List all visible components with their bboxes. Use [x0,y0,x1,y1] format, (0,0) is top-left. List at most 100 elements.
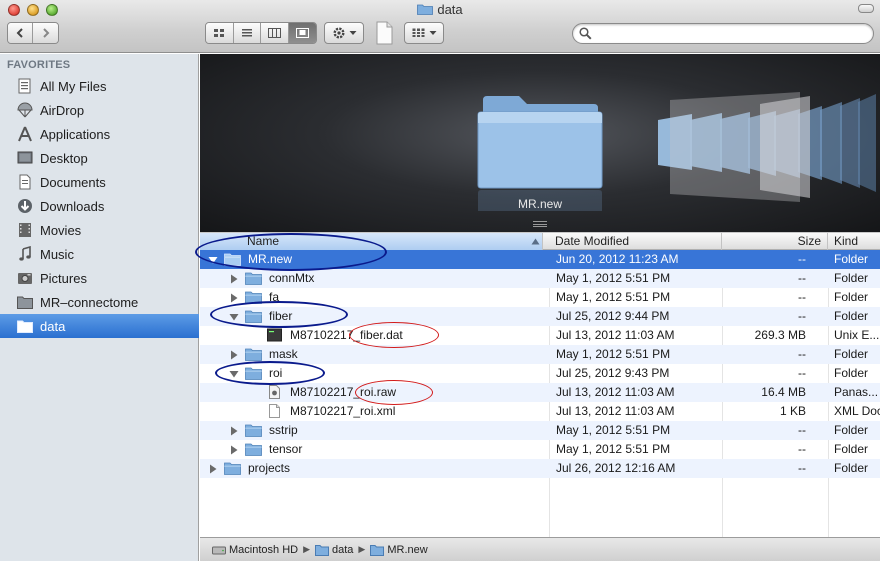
table-row[interactable]: M87102217_roi.raw Jul 13, 2012 11:03 AM 16… [200,383,880,402]
forward-button[interactable] [33,23,58,43]
table-row[interactable]: MR.new Jun 20, 2012 11:23 AM -- Folder [200,250,880,269]
column-header-name[interactable]: Name [200,233,543,250]
column-header-name-label: Name [247,234,280,248]
search-input[interactable] [595,26,865,41]
folder-icon [245,366,262,380]
column-header-date-modified[interactable]: Date Modified [549,233,722,250]
column-header-kind[interactable]: Kind [828,233,880,250]
folder-icon [315,544,329,556]
table-row[interactable]: M87102217_fiber.dat Jul 13, 2012 11:03 AM… [200,326,880,345]
file-date-modified: Jul 13, 2012 11:03 AM [556,328,675,342]
path-crumb-mr-new[interactable]: MR.new [370,544,428,556]
sidebar-item-data[interactable]: data [0,314,199,338]
column-header-size-label: Size [797,234,821,248]
file-kind: Folder [834,271,869,285]
file-date-modified: May 1, 2012 5:51 PM [556,423,671,437]
disclosure-triangle-collapsed-icon[interactable] [229,273,239,284]
chevron-right-icon [42,28,49,38]
path-separator-icon: ▶ [358,544,366,554]
cover-flow-resize-handle[interactable] [533,221,547,227]
file-kind: Unix E... [834,328,880,342]
table-row[interactable]: connMtx May 1, 2012 5:51 PM -- Folder [200,269,880,288]
icon-view-icon [214,29,225,37]
file-size: -- [798,366,806,380]
sidebar-item-label: data [40,318,66,334]
sidebar-item-desktop[interactable]: Desktop [0,146,199,170]
file-date-modified: Jul 13, 2012 11:03 AM [556,385,675,399]
file-kind: XML Doc [834,404,880,418]
disclosure-triangle-expanded-icon[interactable] [229,368,239,378]
file-size: -- [798,252,806,266]
file-date-modified: Jul 13, 2012 11:03 AM [556,404,675,418]
file-size: -- [798,271,806,285]
disclosure-triangle-collapsed-icon[interactable] [229,425,239,436]
disclosure-triangle-expanded-icon[interactable] [208,254,218,264]
folder-preview-icon [477,96,603,211]
new-document-icon[interactable] [376,21,393,45]
sidebar-item-applications[interactable]: Applications [0,122,199,146]
table-row[interactable]: projects Jul 26, 2012 12:16 AM -- Folder [200,459,880,478]
arrange-button[interactable] [404,22,444,44]
sidebar-item-label: Documents [40,174,106,190]
folder-icon [245,423,262,437]
file-kind: Folder [834,252,869,266]
sidebar-item-downloads[interactable]: Downloads [0,194,199,218]
table-row[interactable]: mask May 1, 2012 5:51 PM -- Folder [200,345,880,364]
table-row[interactable]: roi Jul 25, 2012 9:43 PM -- Folder [200,364,880,383]
folder-icon [245,271,262,285]
file-name: mask [269,347,298,361]
file-name: fiber [269,309,293,323]
disclosure-triangle-collapsed-icon[interactable] [208,463,218,474]
column-header-size[interactable]: Size [722,233,828,250]
music-icon [16,245,34,263]
path-crumb-data[interactable]: data [315,544,353,556]
sidebar-item-mr-connectome[interactable]: MR–connectome [0,290,199,314]
back-button[interactable] [8,23,34,43]
file-size: -- [798,442,806,456]
disclosure-triangle-collapsed-icon[interactable] [229,444,239,455]
path-crumb-label: data [332,543,354,556]
sidebar-item-label: MR–connectome [40,294,139,310]
file-name: fa [269,290,280,304]
chevron-left-icon [16,28,23,38]
table-row[interactable]: fa May 1, 2012 5:51 PM -- Folder [200,288,880,307]
sidebar-item-airdrop[interactable]: AirDrop [0,98,199,122]
file-date-modified: May 1, 2012 5:51 PM [556,271,671,285]
table-row[interactable]: M87102217_roi.xml Jul 13, 2012 11:03 AM 1 … [200,402,880,421]
desktop-icon [16,149,34,167]
sidebar-item-movies[interactable]: Movies [0,218,199,242]
table-row[interactable]: fiber Jul 25, 2012 9:44 PM -- Folder [200,307,880,326]
search-field[interactable] [572,23,874,44]
sidebar-item-pictures[interactable]: Pictures [0,266,199,290]
path-crumb-macintosh-hd[interactable]: Macintosh HD [212,544,298,556]
cover-flow-pane[interactable]: MR.new [200,54,880,232]
list-view-button[interactable] [233,23,261,43]
file-name: projects [248,461,291,475]
disclosure-triangle-expanded-icon[interactable] [229,311,239,321]
toolbar-toggle-button[interactable] [858,4,874,13]
sidebar-item-label: Movies [40,222,82,238]
cover-flow-view-button[interactable] [288,23,316,43]
sidebar-item-music[interactable]: Music [0,242,199,266]
file-kind: Panas... [834,385,879,399]
unix-executable-icon [266,328,283,342]
column-view-button[interactable] [261,23,289,43]
icon-view-button[interactable] [206,23,234,43]
action-menu-button[interactable] [324,22,364,44]
table-row[interactable]: sstrip May 1, 2012 5:51 PM -- Folder [200,421,880,440]
sidebar-item-all-my-files[interactable]: All My Files [0,74,199,98]
sidebar-item-label: Pictures [40,270,87,286]
applications-icon [16,125,34,143]
file-date-modified: Jul 25, 2012 9:43 PM [556,366,670,380]
sidebar-item-documents[interactable]: Documents [0,170,199,194]
sort-ascending-icon [531,238,540,245]
folder-icon [245,309,262,323]
disclosure-triangle-collapsed-icon[interactable] [229,349,239,360]
disclosure-triangle-collapsed-icon[interactable] [229,292,239,303]
sidebar-item-label: All My Files [40,78,107,94]
table-row[interactable]: tensor May 1, 2012 5:51 PM -- Folder [200,440,880,459]
list-view-icon [241,29,252,37]
file-name: M87102217_roi.xml [290,404,396,418]
file-name: M87102217_fiber.dat [290,328,403,342]
folder-icon [16,293,34,311]
